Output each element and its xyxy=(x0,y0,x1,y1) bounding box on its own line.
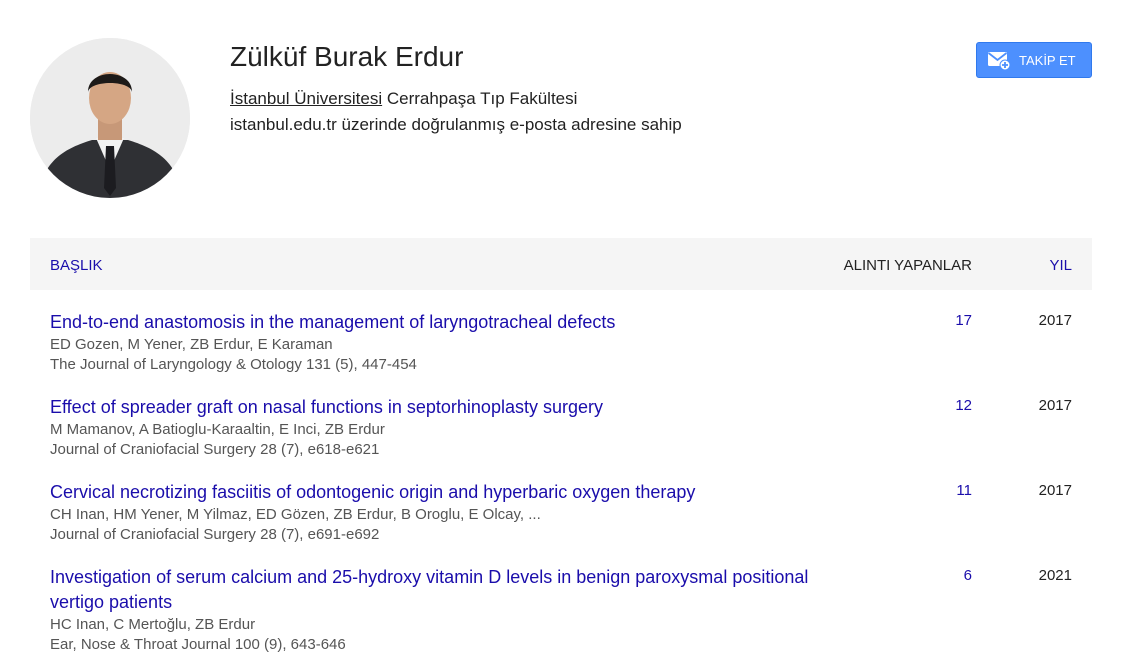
article-authors: CH Inan, HM Yener, M Yilmaz, ED Gözen, Z… xyxy=(50,506,541,523)
person-photo-icon xyxy=(30,38,190,198)
table-row: Effect of spreader graft on nasal functi… xyxy=(50,395,1072,460)
affiliation-text: Cerrahpaşa Tıp Fakültesi xyxy=(382,89,578,108)
article-venue: Journal of Craniofacial Surgery 28 (7), … xyxy=(50,441,380,458)
article-venue: Ear, Nose & Throat Journal 100 (9), 643-… xyxy=(50,636,346,653)
article-authors: ED Gozen, M Yener, ZB Erdur, E Karaman xyxy=(50,336,333,353)
article-title[interactable]: Effect of spreader graft on nasal functi… xyxy=(50,395,810,420)
article-year: 2017 xyxy=(1038,482,1072,499)
article-authors: M Mamanov, A Batioglu-Karaaltin, E Inci,… xyxy=(50,421,385,438)
follow-button[interactable]: TAKİP ET xyxy=(976,42,1092,78)
table-row: Cervical necrotizing fasciitis of odonto… xyxy=(50,480,1072,545)
article-title[interactable]: End-to-end anastomosis in the management… xyxy=(50,310,810,335)
article-title[interactable]: Investigation of serum calcium and 25-hy… xyxy=(50,565,810,615)
cited-by-header: ALINTI YAPANLAR xyxy=(843,257,972,274)
affiliation: İstanbul Üniversitesi Cerrahpaşa Tıp Fak… xyxy=(230,88,577,110)
table-header: BAŞLIK ALINTI YAPANLAR YIL xyxy=(30,238,1092,290)
cited-by-count[interactable]: 12 xyxy=(955,397,972,414)
cited-by-count[interactable]: 11 xyxy=(956,482,972,499)
article-authors: HC Inan, C Mertoğlu, ZB Erdur xyxy=(50,616,256,633)
profile-photo xyxy=(30,38,190,198)
article-year: 2017 xyxy=(1038,397,1072,414)
profile-name: Zülküf Burak Erdur xyxy=(230,41,464,72)
table-row: Investigation of serum calcium and 25-hy… xyxy=(50,565,1072,655)
article-venue: The Journal of Laryngology & Otology 131… xyxy=(50,356,417,373)
affiliation-link[interactable]: İstanbul Üniversitesi xyxy=(230,89,382,108)
cited-by-count[interactable]: 17 xyxy=(955,312,972,329)
follow-button-label: TAKİP ET xyxy=(1019,52,1076,68)
article-title[interactable]: Cervical necrotizing fasciitis of odonto… xyxy=(50,480,810,505)
article-year: 2021 xyxy=(1038,567,1072,584)
cited-by-count[interactable]: 6 xyxy=(964,567,972,584)
mail-plus-icon xyxy=(987,52,1011,71)
verified-email-note: istanbul.edu.tr üzerinde doğrulanmış e-p… xyxy=(230,115,682,134)
article-year: 2017 xyxy=(1038,312,1072,329)
sort-by-year[interactable]: YIL xyxy=(1049,257,1072,275)
sort-by-title[interactable]: BAŞLIK xyxy=(50,257,103,275)
article-venue: Journal of Craniofacial Surgery 28 (7), … xyxy=(50,526,380,543)
table-row: End-to-end anastomosis in the management… xyxy=(50,310,1072,375)
